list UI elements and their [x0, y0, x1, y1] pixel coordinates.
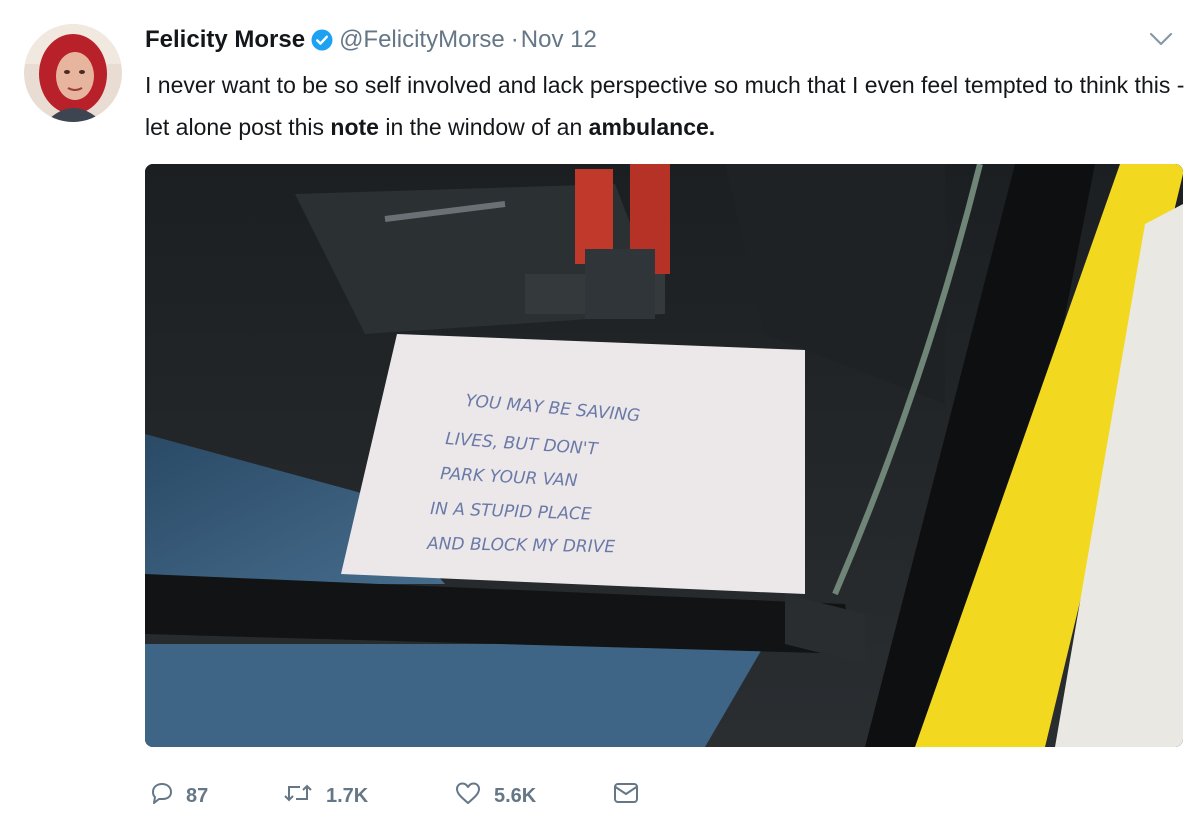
- tweet-actions: 87 1.7K 5.6K: [148, 776, 688, 816]
- tweet-date[interactable]: Nov 12: [521, 24, 597, 56]
- retweet-count: 1.7K: [326, 784, 369, 807]
- verified-badge-icon: [311, 29, 333, 51]
- like-button[interactable]: 5.6K: [454, 780, 602, 812]
- avatar[interactable]: [24, 24, 122, 122]
- like-count: 5.6K: [494, 784, 537, 807]
- tweet-text-part2: in the window of an: [378, 114, 589, 140]
- author-name[interactable]: Felicity Morse: [145, 24, 305, 56]
- reply-count: 87: [186, 784, 209, 807]
- author-handle[interactable]: @FelicityMorse: [339, 24, 505, 56]
- message-button[interactable]: [612, 781, 640, 811]
- retweet-button[interactable]: 1.7K: [282, 780, 430, 812]
- tweet-header: Felicity Morse @FelicityMorse · Nov 12: [145, 24, 597, 56]
- avatar-image: [24, 24, 122, 122]
- tweet-text: I never want to be so self involved and …: [145, 64, 1185, 148]
- heart-icon: [454, 780, 482, 812]
- note-line-5: AND BLOCK MY DRIVE: [426, 534, 616, 557]
- separator-dot: ·: [510, 26, 519, 53]
- reply-icon: [148, 780, 174, 812]
- retweet-icon: [282, 780, 314, 812]
- tweet-text-bold-ambulance: ambulance.: [588, 114, 716, 140]
- envelope-icon: [612, 781, 640, 811]
- tweet-photo[interactable]: YOU MAY BE SAVING LIVES, BUT DON'T PARK …: [145, 164, 1183, 747]
- tweet-text-bold-note: note: [330, 114, 379, 140]
- chevron-down-icon[interactable]: [1148, 30, 1174, 48]
- reply-button[interactable]: 87: [148, 780, 258, 812]
